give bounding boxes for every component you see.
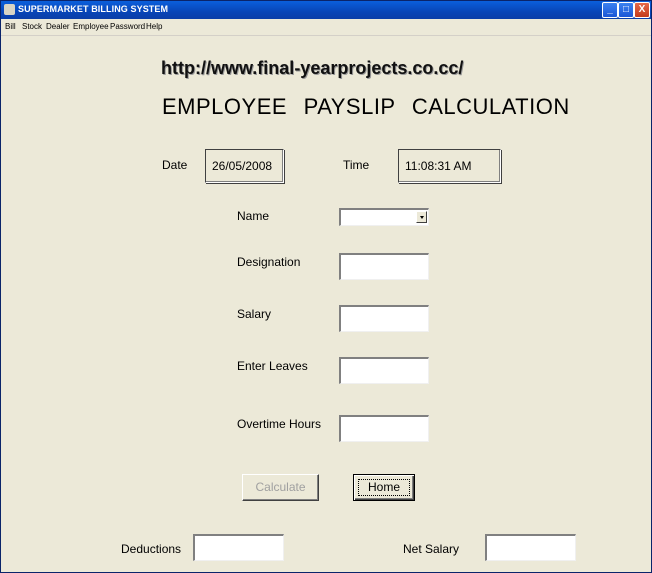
leaves-label: Enter Leaves [237,359,308,373]
menu-bill[interactable]: Bill [5,22,16,31]
close-button[interactable]: X [634,2,650,18]
overtime-field[interactable] [339,415,429,442]
menu-employee[interactable]: Employee [73,22,109,31]
title-bar[interactable]: SUPERMARKET BILLING SYSTEM _ □ X [1,1,651,19]
net-salary-field[interactable] [485,534,576,561]
designation-field[interactable] [339,253,429,280]
date-label: Date [162,158,188,172]
salary-field[interactable] [339,305,429,332]
salary-label: Salary [237,307,272,321]
website-url: http://www.final-yearprojects.co.cc/ [161,58,464,78]
menu-bar: Bill Stock Dealer Employee Password Help [1,19,651,36]
home-button[interactable]: Home [353,474,415,501]
page-title: EMPLOYEE PAYSLIP CALCULATION [162,94,570,119]
net-salary-label: Net Salary [403,542,460,556]
date-display: 26/05/2008 [205,149,284,183]
maximize-button[interactable]: □ [618,2,634,18]
menu-password[interactable]: Password [110,22,145,31]
time-display: 11:08:31 AM [398,149,501,183]
time-label: Time [343,158,370,172]
designation-label: Designation [237,255,301,269]
minimize-button[interactable]: _ [602,2,618,18]
app-window: SUPERMARKET BILLING SYSTEM _ □ X Bill St… [0,0,652,573]
focus-indicator [358,479,410,496]
menu-stock[interactable]: Stock [22,22,42,31]
deductions-label: Deductions [121,542,182,556]
leaves-field[interactable] [339,357,429,384]
calculate-button[interactable]: Calculate [242,474,319,501]
deductions-field[interactable] [193,534,284,561]
app-icon [4,4,15,15]
name-dropdown[interactable] [339,208,429,226]
menu-dealer[interactable]: Dealer [46,22,70,31]
overtime-label: Overtime Hours [237,417,322,431]
menu-help[interactable]: Help [146,22,162,31]
window-title: SUPERMARKET BILLING SYSTEM [18,4,169,14]
name-label: Name [237,209,270,223]
chevron-down-icon[interactable] [416,211,427,223]
